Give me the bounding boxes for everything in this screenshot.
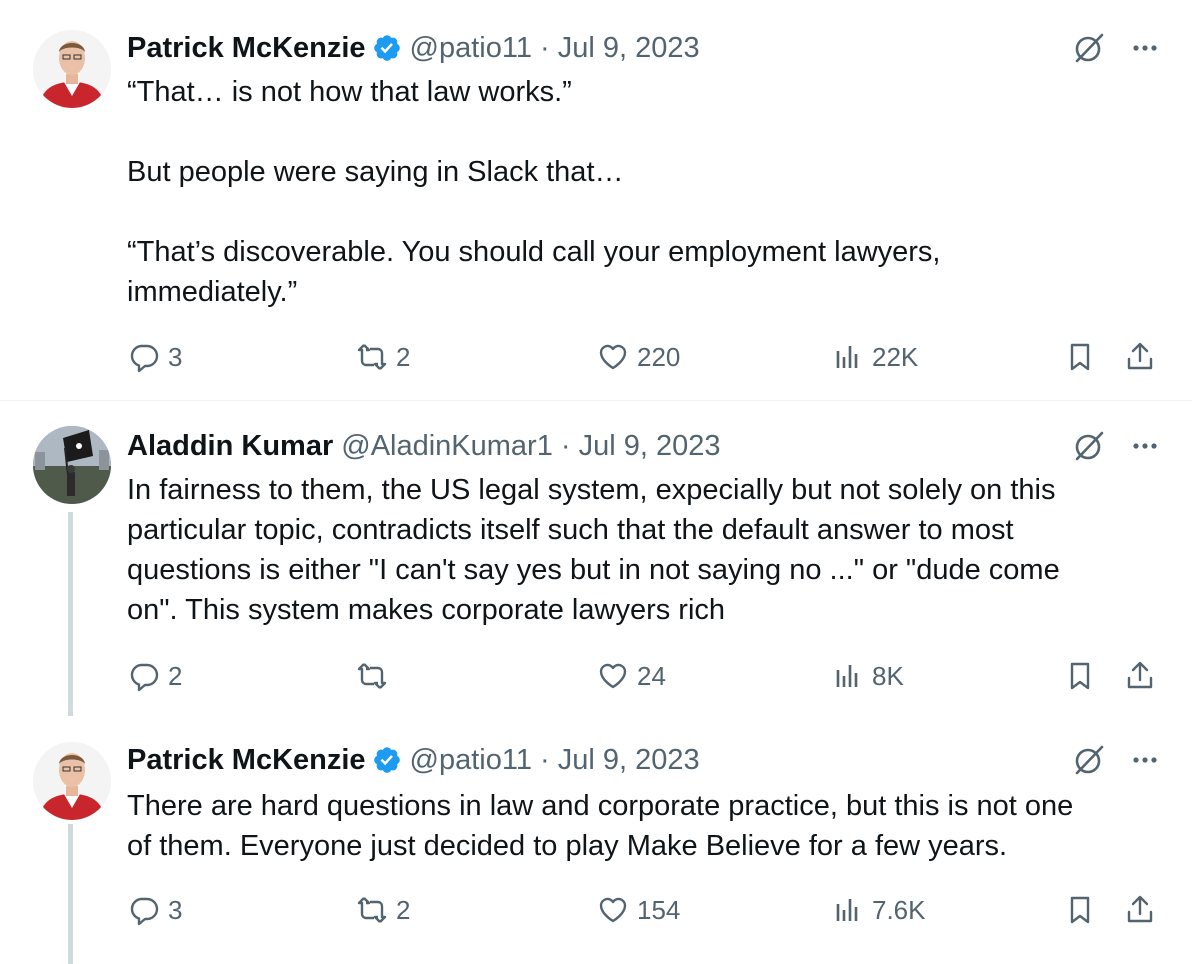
like-button[interactable]: 220 <box>597 337 680 377</box>
tweet[interactable]: Patrick McKenzie @patio11 · Jul 9, 2023 … <box>0 0 1192 401</box>
bookmark-icon <box>1070 662 1090 690</box>
reply-count: 3 <box>168 341 183 372</box>
action-bar: 3 2 154 7.6K <box>0 890 1192 930</box>
avatar[interactable] <box>33 30 111 108</box>
tweet-text: “That… is not how that law works.” But p… <box>127 76 941 308</box>
reply-button[interactable]: 2 <box>128 656 182 696</box>
handle-date[interactable]: @patio11 · Jul 9, 2023 <box>410 32 700 65</box>
tweet-header: Patrick McKenzie @patio11 · Jul 9, 2023 <box>127 742 700 778</box>
reply-icon <box>130 344 159 373</box>
avatar-image <box>33 426 111 504</box>
handle-date[interactable]: @AladinKumar1 · Jul 9, 2023 <box>341 430 720 463</box>
handle-date[interactable]: @patio11 · Jul 9, 2023 <box>410 744 700 777</box>
views-button[interactable]: 22K <box>832 337 918 377</box>
repost-button[interactable] <box>356 656 396 696</box>
view-count: 7.6K <box>872 894 926 925</box>
like-count: 220 <box>637 341 681 372</box>
reply-icon <box>130 897 159 926</box>
tweet-text: There are hard questions in law and corp… <box>127 790 1074 862</box>
tweet-header: Patrick McKenzie @patio11 · Jul 9, 2023 <box>127 30 700 66</box>
heart-icon <box>599 344 627 370</box>
reply-button[interactable]: 3 <box>128 890 182 930</box>
views-icon <box>836 665 858 687</box>
bookmark-icon <box>1070 343 1090 371</box>
more-icon[interactable] <box>1128 743 1162 777</box>
heart-icon <box>599 897 627 923</box>
action-bar: 2 24 8K <box>0 656 1192 696</box>
tweet[interactable]: Aladdin Kumar @AladinKumar1 · Jul 9, 202… <box>0 400 1192 716</box>
share-icon <box>1127 895 1153 923</box>
repost-icon <box>357 663 387 689</box>
view-count: 22K <box>872 341 919 372</box>
repost-count: 2 <box>396 341 411 372</box>
reply-icon <box>130 663 159 692</box>
tweet[interactable]: Patrick McKenzie @patio11 · Jul 9, 2023 … <box>0 716 1192 964</box>
avatar[interactable] <box>33 426 111 504</box>
share-icon <box>1127 661 1153 689</box>
views-button[interactable]: 8K <box>832 656 904 696</box>
more-icon[interactable] <box>1128 429 1162 463</box>
bookmark-icon <box>1070 896 1090 924</box>
avatar-image <box>33 30 111 108</box>
bookmark-button[interactable] <box>1064 890 1096 930</box>
verified-badge-icon <box>372 745 402 775</box>
bookmark-button[interactable] <box>1064 337 1096 377</box>
avatar[interactable] <box>33 742 111 820</box>
repost-count: 2 <box>396 894 411 925</box>
tweet-text: In fairness to them, the US legal system… <box>127 474 1060 626</box>
tweet-header: Aladdin Kumar @AladinKumar1 · Jul 9, 202… <box>127 428 721 464</box>
heart-icon <box>599 663 627 689</box>
more-icon[interactable] <box>1128 31 1162 65</box>
share-button[interactable] <box>1124 890 1156 930</box>
like-button[interactable]: 154 <box>597 890 680 930</box>
verified-badge-icon <box>372 33 402 63</box>
grok-icon[interactable] <box>1072 31 1106 65</box>
bookmark-button[interactable] <box>1064 656 1096 696</box>
repost-icon <box>357 344 387 370</box>
reply-count: 2 <box>168 660 183 691</box>
like-count: 24 <box>637 660 666 691</box>
like-button[interactable]: 24 <box>597 656 666 696</box>
repost-button[interactable]: 2 <box>356 890 410 930</box>
share-button[interactable] <box>1124 656 1156 696</box>
reply-count: 3 <box>168 894 183 925</box>
repost-button[interactable]: 2 <box>356 337 410 377</box>
grok-icon[interactable] <box>1072 743 1106 777</box>
author-name[interactable]: Patrick McKenzie <box>127 32 366 65</box>
share-icon <box>1127 342 1153 370</box>
view-count: 8K <box>872 660 904 691</box>
avatar-image <box>33 742 111 820</box>
views-icon <box>836 899 858 921</box>
action-bar: 3 2 220 22K <box>0 337 1192 377</box>
author-name[interactable]: Aladdin Kumar <box>127 430 333 463</box>
like-count: 154 <box>637 894 681 925</box>
repost-icon <box>357 897 387 923</box>
grok-icon[interactable] <box>1072 429 1106 463</box>
views-button[interactable]: 7.6K <box>832 890 926 930</box>
author-name[interactable]: Patrick McKenzie <box>127 744 366 777</box>
share-button[interactable] <box>1124 337 1156 377</box>
views-icon <box>836 346 858 368</box>
reply-button[interactable]: 3 <box>128 337 182 377</box>
